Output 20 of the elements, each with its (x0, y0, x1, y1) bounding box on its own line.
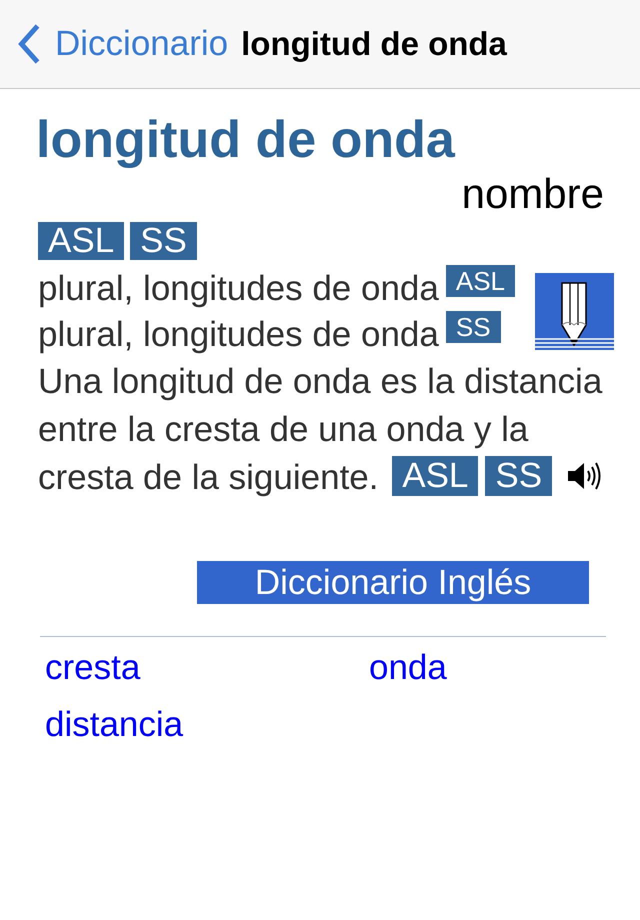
related-word-link[interactable]: cresta (45, 647, 140, 689)
sign-video-button[interactable]: SS (130, 222, 197, 260)
plural-form: plural, longitudes de onda (38, 268, 439, 310)
chevron-left-icon (18, 24, 40, 64)
related-word-link[interactable]: distancia (45, 704, 184, 746)
sign-video-button[interactable]: ASL (446, 265, 516, 297)
english-dictionary-button[interactable]: Diccionario Inglés (197, 561, 589, 604)
sign-video-button[interactable]: ASL (38, 222, 124, 260)
plural-form: plural, longitudes de onda (38, 314, 439, 356)
sign-video-button[interactable]: SS (446, 311, 501, 343)
part-of-speech: nombre (462, 172, 604, 216)
speaker-icon[interactable] (567, 460, 602, 492)
sign-video-button[interactable]: SS (485, 456, 552, 496)
related-word-link[interactable]: onda (369, 647, 447, 689)
sign-video-button[interactable]: ASL (392, 456, 478, 496)
back-button[interactable]: Diccionario (18, 24, 228, 64)
definition-text: Una longitud de onda es la distancia entre la cresta de una onda y la cresta de la siguiente. ASL SS (38, 361, 604, 499)
pencil-icon[interactable] (535, 273, 614, 350)
nav-title: longitud de onda (241, 25, 507, 63)
headword: longitud de onda (36, 112, 456, 168)
